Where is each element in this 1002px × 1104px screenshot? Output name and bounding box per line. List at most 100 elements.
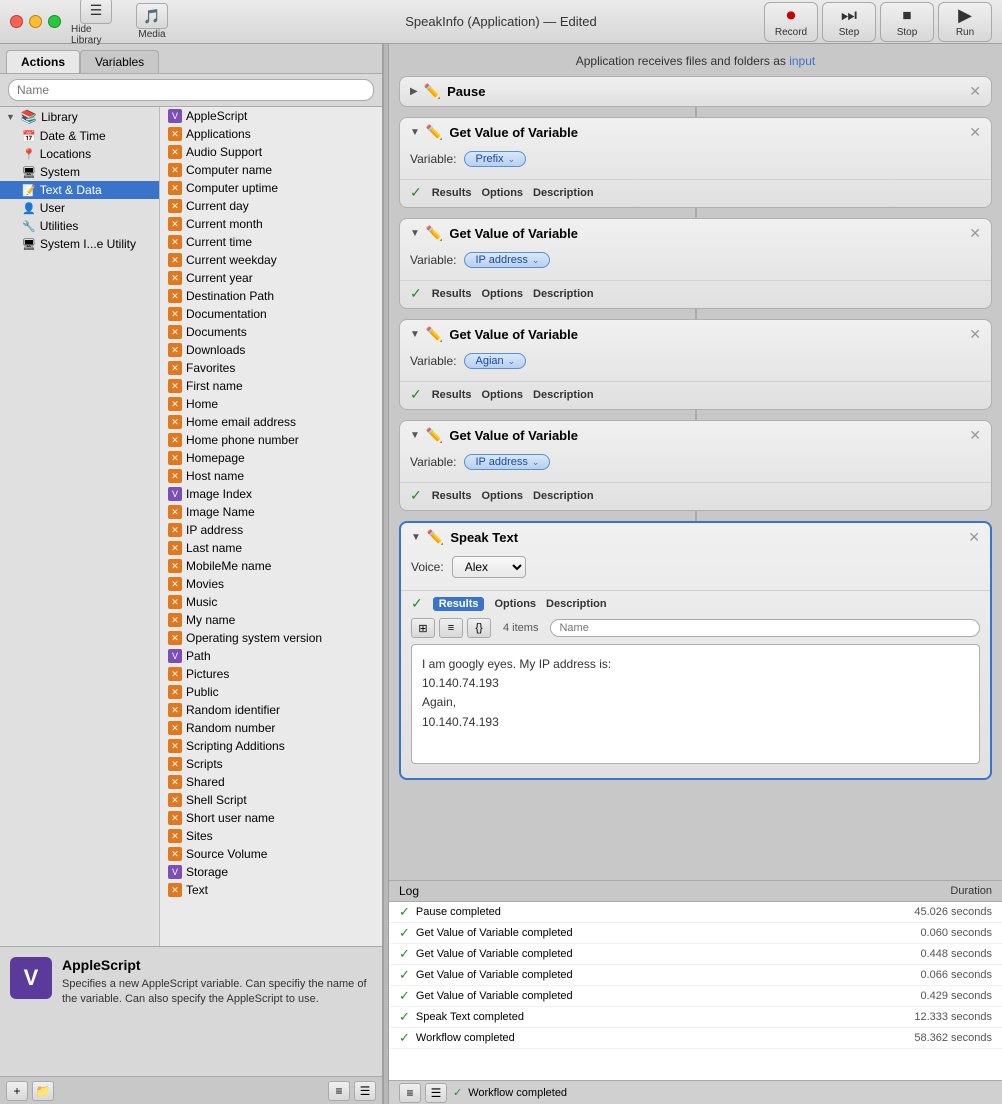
list-view-button[interactable]: ≡ bbox=[328, 1081, 350, 1101]
grid-view-btn[interactable]: ⊞ bbox=[411, 618, 435, 638]
pause-toggle[interactable]: ▶ bbox=[410, 86, 418, 97]
tree-item-locations[interactable]: 📍 Locations bbox=[0, 145, 159, 163]
list-item[interactable]: ✕Destination Path bbox=[160, 287, 382, 305]
list-item[interactable]: ✕Documentation bbox=[160, 305, 382, 323]
list-item[interactable]: ✕IP address bbox=[160, 521, 382, 539]
get-var-3-toggle[interactable]: ▼ bbox=[410, 329, 420, 340]
list-view-btn[interactable]: ≡ bbox=[439, 618, 463, 638]
get-var-3-options[interactable]: Options bbox=[481, 389, 523, 401]
list-item[interactable]: ✕Pictures bbox=[160, 665, 382, 683]
list-item[interactable]: ✕Last name bbox=[160, 539, 382, 557]
list-item[interactable]: ✕Current day bbox=[160, 197, 382, 215]
tab-variables[interactable]: Variables bbox=[80, 50, 159, 73]
list-item[interactable]: ✕Random number bbox=[160, 719, 382, 737]
close-button[interactable] bbox=[10, 15, 23, 28]
stop-button[interactable]: ⏹ Stop bbox=[880, 2, 934, 42]
get-var-1-results[interactable]: Results bbox=[432, 187, 472, 199]
list-item[interactable]: ✕Source Volume bbox=[160, 845, 382, 863]
tree-item-user[interactable]: 👤 User bbox=[0, 199, 159, 217]
speak-text-description[interactable]: Description bbox=[546, 598, 607, 610]
hide-library-button[interactable]: ☰ Hide Library bbox=[71, 0, 121, 46]
step-button[interactable]: ⏭ Step bbox=[822, 2, 876, 42]
list-item[interactable]: ✕Image Name bbox=[160, 503, 382, 521]
list-item[interactable]: ✕Favorites bbox=[160, 359, 382, 377]
speak-text-toggle[interactable]: ▼ bbox=[411, 532, 421, 543]
speak-text-close[interactable]: ✕ bbox=[968, 529, 980, 546]
tree-item-datetime[interactable]: 📅 Date & Time bbox=[0, 127, 159, 145]
get-var-2-options[interactable]: Options bbox=[481, 288, 523, 300]
tab-actions[interactable]: Actions bbox=[6, 50, 80, 73]
list-item[interactable]: VAppleScript bbox=[160, 107, 382, 125]
get-var-1-options[interactable]: Options bbox=[481, 187, 523, 199]
workflow-header-link[interactable]: input bbox=[789, 54, 815, 68]
get-var-3-results[interactable]: Results bbox=[432, 389, 472, 401]
get-var-3-description[interactable]: Description bbox=[533, 389, 594, 401]
var-pill-1[interactable]: Prefix ⌄ bbox=[464, 151, 526, 167]
tree-item-library[interactable]: ▼ 📚 Library bbox=[0, 107, 159, 127]
list-item[interactable]: ✕Computer uptime bbox=[160, 179, 382, 197]
list-item[interactable]: ✕Documents bbox=[160, 323, 382, 341]
get-var-2-description[interactable]: Description bbox=[533, 288, 594, 300]
tree-item-sysutil[interactable]: 🖥 System I...e Utility bbox=[0, 235, 159, 253]
list-item[interactable]: ✕My name bbox=[160, 611, 382, 629]
list-item[interactable]: ✕Audio Support bbox=[160, 143, 382, 161]
var-pill-2[interactable]: IP address ⌄ bbox=[464, 252, 550, 268]
list-item[interactable]: ✕Random identifier bbox=[160, 701, 382, 719]
var-pill-4[interactable]: IP address ⌄ bbox=[464, 454, 550, 470]
folder-button[interactable]: 📁 bbox=[32, 1081, 54, 1101]
list-item[interactable]: ✕MobileMe name bbox=[160, 557, 382, 575]
tree-item-utilities[interactable]: 🔧 Utilities bbox=[0, 217, 159, 235]
list-item[interactable]: ✕First name bbox=[160, 377, 382, 395]
add-button[interactable]: + bbox=[6, 1081, 28, 1101]
list-item[interactable]: VPath bbox=[160, 647, 382, 665]
list-item[interactable]: ✕Shared bbox=[160, 773, 382, 791]
speak-text-results[interactable]: Results bbox=[433, 597, 485, 611]
list-item[interactable]: ✕Public bbox=[160, 683, 382, 701]
get-var-1-close[interactable]: ✕ bbox=[969, 124, 981, 141]
list-item[interactable]: VStorage bbox=[160, 863, 382, 881]
get-var-4-results[interactable]: Results bbox=[432, 490, 472, 502]
code-view-btn[interactable]: {} bbox=[467, 618, 491, 638]
list-item[interactable]: ✕Text bbox=[160, 881, 382, 899]
tree-item-textdata[interactable]: 📝 Text & Data bbox=[0, 181, 159, 199]
workflow-detail-btn[interactable]: ☰ bbox=[425, 1083, 447, 1103]
get-var-2-close[interactable]: ✕ bbox=[969, 225, 981, 242]
get-var-1-description[interactable]: Description bbox=[533, 187, 594, 199]
voice-select[interactable]: Alex bbox=[452, 556, 526, 578]
record-button[interactable]: ⏺ Record bbox=[764, 2, 818, 42]
var-pill-3[interactable]: Agian ⌄ bbox=[464, 353, 526, 369]
list-item[interactable]: ✕Host name bbox=[160, 467, 382, 485]
list-item[interactable]: ✕Computer name bbox=[160, 161, 382, 179]
list-item[interactable]: ✕Operating system version bbox=[160, 629, 382, 647]
get-var-4-close[interactable]: ✕ bbox=[969, 427, 981, 444]
list-item[interactable]: ✕Shell Script bbox=[160, 791, 382, 809]
search-input[interactable] bbox=[8, 79, 374, 101]
list-item[interactable]: ✕Applications bbox=[160, 125, 382, 143]
get-var-4-options[interactable]: Options bbox=[481, 490, 523, 502]
tree-item-system[interactable]: 🖥 System bbox=[0, 163, 159, 181]
list-item[interactable]: ✕Downloads bbox=[160, 341, 382, 359]
pause-close[interactable]: ✕ bbox=[969, 83, 981, 100]
list-item[interactable]: ✕Home bbox=[160, 395, 382, 413]
list-item[interactable]: ✕Scripting Additions bbox=[160, 737, 382, 755]
list-item[interactable]: ✕Music bbox=[160, 593, 382, 611]
minimize-button[interactable] bbox=[29, 15, 42, 28]
list-item[interactable]: ✕Home phone number bbox=[160, 431, 382, 449]
list-item[interactable]: ✕Homepage bbox=[160, 449, 382, 467]
list-item[interactable]: ✕Current time bbox=[160, 233, 382, 251]
list-item[interactable]: ✕Home email address bbox=[160, 413, 382, 431]
maximize-button[interactable] bbox=[48, 15, 61, 28]
get-var-2-results[interactable]: Results bbox=[432, 288, 472, 300]
list-item[interactable]: ✕Sites bbox=[160, 827, 382, 845]
speak-search-input[interactable] bbox=[550, 619, 980, 637]
list-item[interactable]: VImage Index bbox=[160, 485, 382, 503]
list-item[interactable]: ✕Current year bbox=[160, 269, 382, 287]
media-button[interactable]: 🎵 Media bbox=[127, 3, 177, 40]
list-item[interactable]: ✕Current weekday bbox=[160, 251, 382, 269]
get-var-1-toggle[interactable]: ▼ bbox=[410, 127, 420, 138]
list-item[interactable]: ✕Short user name bbox=[160, 809, 382, 827]
get-var-4-description[interactable]: Description bbox=[533, 490, 594, 502]
get-var-3-close[interactable]: ✕ bbox=[969, 326, 981, 343]
get-var-4-toggle[interactable]: ▼ bbox=[410, 430, 420, 441]
workflow-list-btn[interactable]: ≡ bbox=[399, 1083, 421, 1103]
